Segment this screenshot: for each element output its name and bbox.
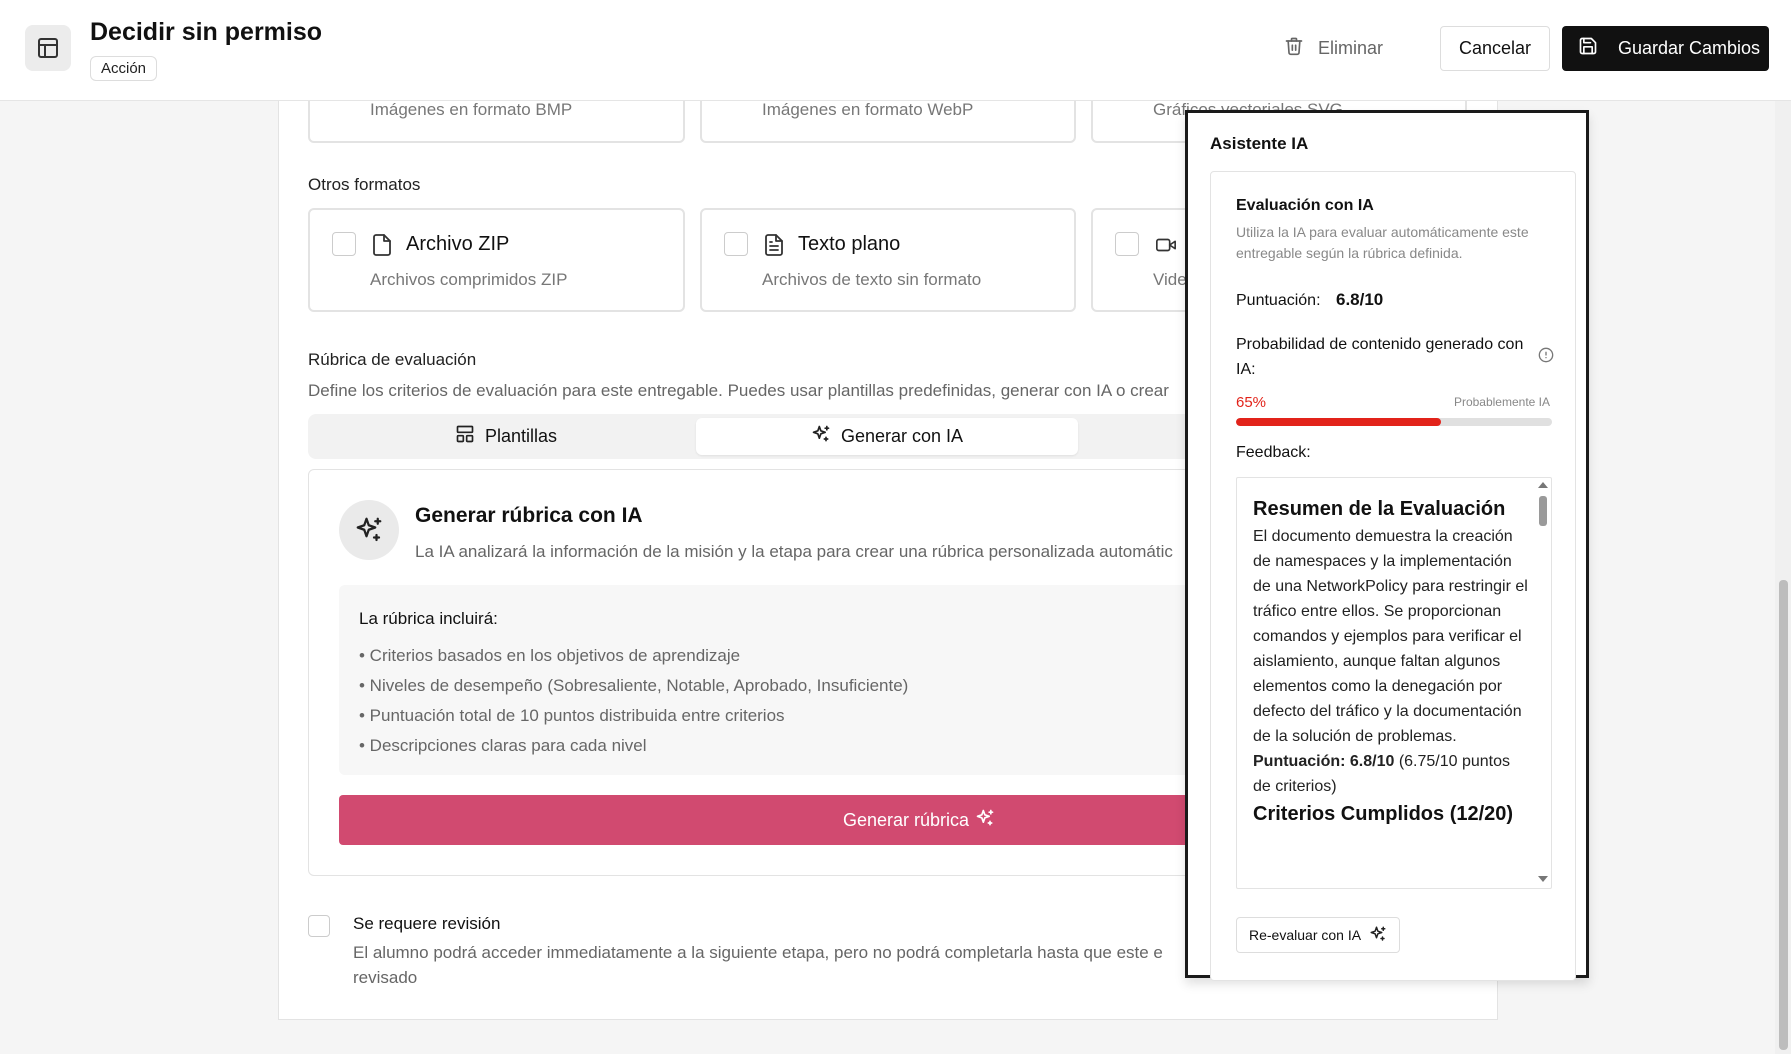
- review-label: Se requere revisión: [353, 914, 501, 933]
- rubric-desc: Define los criterios de evaluación para …: [308, 381, 1169, 400]
- generate-label: Generar rúbrica: [842, 809, 970, 830]
- text-checkbox[interactable]: [724, 232, 748, 256]
- tab-templates[interactable]: Plantillas: [312, 418, 700, 455]
- feedback-label: Feedback:: [1236, 444, 1311, 461]
- sparkles-icon: [339, 500, 399, 560]
- generate-title: Generar rúbrica con IA: [415, 504, 643, 527]
- feedback-heading: Resumen de la Evaluación: [1253, 498, 1506, 520]
- includes-list: • Criterios basados en los objetivos de …: [359, 641, 908, 761]
- tab-label: Generar con IA: [840, 426, 964, 446]
- feedback-scrollbar-thumb[interactable]: [1539, 496, 1547, 526]
- format-desc: Archivos de texto sin formato: [762, 270, 982, 289]
- delete-button[interactable]: Eliminar: [1270, 26, 1430, 70]
- ai-probability-bar-fill: [1236, 418, 1442, 426]
- ai-probability-label: Probabilidad de contenido generado con I…: [1236, 336, 1524, 378]
- format-card-zip[interactable]: Archivo ZIP Archivos comprimidos ZIP: [308, 208, 685, 312]
- ai-panel-title: Asistente IA: [1210, 134, 1309, 153]
- format-desc: Imágenes en formato BMP: [370, 100, 573, 119]
- trash-icon: [1284, 36, 1304, 61]
- ai-probability-verdict: Probablemente IA: [1453, 395, 1550, 409]
- ai-probability-percent: 65%: [1236, 394, 1267, 411]
- file-icon: [370, 232, 394, 263]
- format-name: Archivo ZIP: [406, 233, 510, 255]
- tab-label: Plantillas: [484, 426, 558, 446]
- zip-checkbox[interactable]: [332, 232, 356, 256]
- feedback-heading-2: Criterios Cumplidos (12/20): [1253, 803, 1514, 825]
- top-header: Decidir sin permiso Acción Eliminar Canc…: [0, 0, 1791, 101]
- save-button[interactable]: Guardar Cambios: [1562, 26, 1769, 71]
- layout-icon[interactable]: [25, 25, 71, 71]
- other-formats-label: Otros formatos: [308, 175, 421, 194]
- page-title: Decidir sin permiso: [90, 18, 323, 46]
- type-badge: Acción: [90, 56, 158, 81]
- rubric-label: Rúbrica de evaluación: [308, 350, 477, 369]
- file-text-icon: [762, 232, 786, 263]
- reevaluate-label: Re-evaluar con IA: [1249, 927, 1362, 943]
- video-icon: [1153, 234, 1179, 261]
- sparkles-icon: [1369, 925, 1387, 946]
- cancel-button[interactable]: Cancelar: [1440, 26, 1550, 71]
- save-icon: [1578, 36, 1598, 61]
- format-desc: Archivos comprimidos ZIP: [370, 270, 568, 289]
- scroll-down-icon[interactable]: [1538, 876, 1548, 882]
- delete-label: Eliminar: [1318, 37, 1384, 58]
- template-icon: [455, 424, 475, 449]
- sparkles-icon: [811, 424, 831, 449]
- review-checkbox[interactable]: [308, 915, 330, 937]
- score-value: 6.8/10: [1336, 290, 1384, 309]
- ai-eval-card: Evaluación con IA Utiliza la IA para eva…: [1210, 171, 1576, 981]
- page-scrollbar-thumb[interactable]: [1779, 580, 1788, 1050]
- reevaluate-button[interactable]: Re-evaluar con IA: [1236, 917, 1401, 953]
- sparkles-icon: [975, 808, 995, 833]
- generate-desc: La IA analizará la información de la mis…: [415, 542, 1173, 561]
- feedback-box[interactable]: Resumen de la Evaluación El documento de…: [1236, 477, 1552, 889]
- ai-assistant-panel: Asistente IA Evaluación con IA Utiliza l…: [1185, 110, 1589, 981]
- list-item: • Niveles de desempeño (Sobresaliente, N…: [359, 676, 909, 695]
- feedback-content: Resumen de la Evaluación El documento de…: [1253, 496, 1528, 827]
- ai-probability-bar: [1236, 418, 1552, 426]
- list-item: • Puntuación total de 10 puntos distribu…: [359, 706, 785, 725]
- list-item: • Descripciones claras para cada nivel: [359, 736, 647, 755]
- feedback-score: Puntuación: 6.8/10 (6.75/10 puntos de cr…: [1253, 749, 1528, 799]
- tab-generate-ai[interactable]: Generar con IA: [696, 418, 1078, 455]
- ai-eval-title: Evaluación con IA: [1236, 197, 1374, 214]
- includes-title: La rúbrica incluirá:: [359, 609, 498, 628]
- ai-eval-desc: Utiliza la IA para evaluar automáticamen…: [1236, 224, 1529, 261]
- format-card-text[interactable]: Texto plano Archivos de texto sin format…: [700, 208, 1076, 312]
- format-desc: Imágenes en formato WebP: [762, 100, 974, 119]
- score-label: Puntuación:: [1236, 292, 1321, 309]
- scroll-up-icon[interactable]: [1538, 482, 1548, 488]
- save-label: Guardar Cambios: [1618, 38, 1761, 58]
- info-icon[interactable]: [1538, 347, 1554, 368]
- format-name: Texto plano: [798, 233, 901, 255]
- list-item: • Criterios basados en los objetivos de …: [359, 646, 741, 665]
- feedback-score-bold: Puntuación: 6.8/10: [1253, 753, 1395, 770]
- video-checkbox[interactable]: [1115, 232, 1139, 256]
- format-desc: Vide: [1153, 270, 1187, 289]
- review-desc: El alumno podrá acceder immediatamente a…: [353, 943, 1163, 987]
- feedback-body: El documento demuestra la creación de na…: [1253, 528, 1528, 745]
